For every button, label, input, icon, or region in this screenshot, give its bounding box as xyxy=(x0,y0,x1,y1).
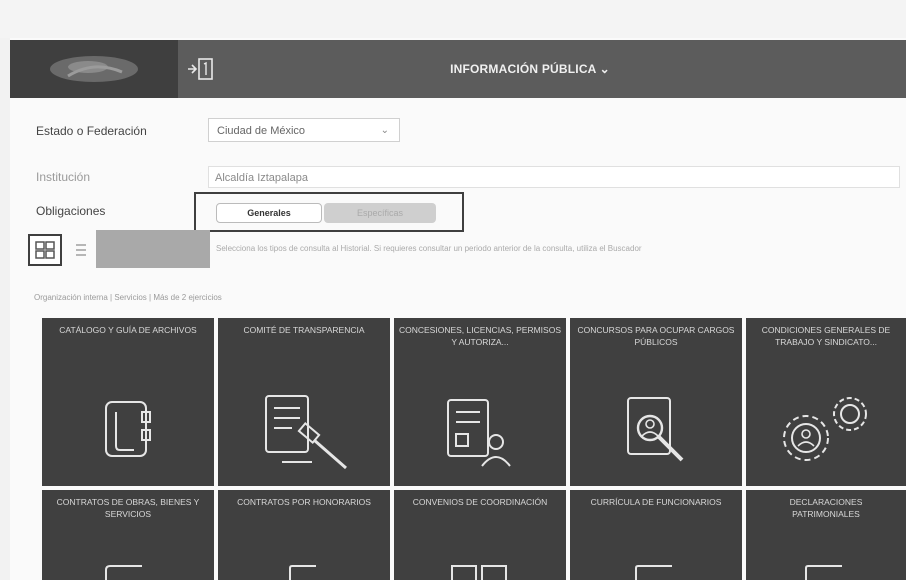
tile-condiciones[interactable]: CONDICIONES GENERALES DE TRABAJO Y SINDI… xyxy=(746,318,906,486)
page-title[interactable]: INFORMACIÓN PÚBLICA ⌄ xyxy=(330,40,730,98)
obligaciones-toggle: Generales Específicas xyxy=(194,192,464,232)
tile-title: CATÁLOGO Y GUÍA DE ARCHIVOS xyxy=(59,325,197,335)
tile-title: CONTRATOS POR HONORARIOS xyxy=(237,497,371,507)
hint-text: Selecciona los tipos de consulta al Hist… xyxy=(216,244,642,253)
estado-label: Estado o Federación xyxy=(36,124,147,138)
chevron-down-icon: ⌄ xyxy=(380,125,389,136)
tile-title: CONDICIONES GENERALES DE TRABAJO Y SINDI… xyxy=(761,325,891,347)
tab-especificas[interactable]: Específicas xyxy=(324,203,436,223)
tile-catalogo[interactable]: CATÁLOGO Y GUÍA DE ARCHIVOS xyxy=(42,318,214,486)
document-search-icon xyxy=(627,397,684,462)
tile-contratos-honorarios[interactable]: CONTRATOS POR HONORARIOS xyxy=(218,490,390,580)
filter-button[interactable] xyxy=(96,230,210,268)
sidebar-toggle-icon[interactable] xyxy=(186,54,216,84)
tile-title: DECLARACIONES PATRIMONIALES xyxy=(789,497,863,519)
tile-convenios[interactable]: CONVENIOS DE COORDINACIÓN xyxy=(394,490,566,580)
tile-title: CONVENIOS DE COORDINACIÓN xyxy=(412,497,548,507)
logo-image[interactable] xyxy=(10,40,178,98)
list-view-icon[interactable] xyxy=(74,240,88,260)
declaration-icon xyxy=(805,565,842,580)
agreement-icon xyxy=(451,565,507,580)
estado-select[interactable]: Ciudad de México ⌄ xyxy=(208,118,400,142)
contract-icon xyxy=(289,565,316,580)
tile-contratos-obras[interactable]: CONTRATOS DE OBRAS, BIENES Y SERVICIOS xyxy=(42,490,214,580)
gears-money-icon xyxy=(783,397,867,461)
tile-title: CONTRATOS DE OBRAS, BIENES Y SERVICIOS xyxy=(56,497,200,519)
legend-text: Organización interna | Servicios | Más d… xyxy=(34,293,222,302)
tile-concesiones[interactable]: CONCESIONES, LICENCIAS, PERMISOS Y AUTOR… xyxy=(394,318,566,486)
estado-select-value: Ciudad de México xyxy=(217,125,306,137)
binder-icon xyxy=(105,401,151,457)
tile-title: CONCESIONES, LICENCIAS, PERMISOS Y AUTOR… xyxy=(398,325,561,347)
institucion-label: Institución xyxy=(36,170,91,184)
tile-comite[interactable]: COMITÉ DE TRANSPARENCIA xyxy=(218,318,390,486)
resume-icon xyxy=(635,565,672,580)
tile-declaraciones[interactable]: DECLARACIONES PATRIMONIALES xyxy=(746,490,906,580)
tab-generales[interactable]: Generales xyxy=(216,203,322,223)
tile-title: COMITÉ DE TRANSPARENCIA xyxy=(243,325,365,335)
institucion-field[interactable]: Alcaldía Iztapalapa xyxy=(208,166,900,188)
grid-view-button[interactable] xyxy=(28,234,62,266)
browser-top-strip xyxy=(0,0,906,38)
obligaciones-label: Obligaciones xyxy=(36,204,106,218)
tile-curricula[interactable]: CURRÍCULA DE FUNCIONARIOS xyxy=(570,490,742,580)
tile-title: CONCURSOS PARA OCUPAR CARGOS PÚBLICOS xyxy=(577,325,735,347)
contract-icon xyxy=(105,565,142,580)
document-gavel-icon xyxy=(265,395,347,470)
tile-title: CURRÍCULA DE FUNCIONARIOS xyxy=(590,497,722,507)
tile-concursos[interactable]: CONCURSOS PARA OCUPAR CARGOS PÚBLICOS xyxy=(570,318,742,486)
document-person-icon xyxy=(447,399,511,467)
